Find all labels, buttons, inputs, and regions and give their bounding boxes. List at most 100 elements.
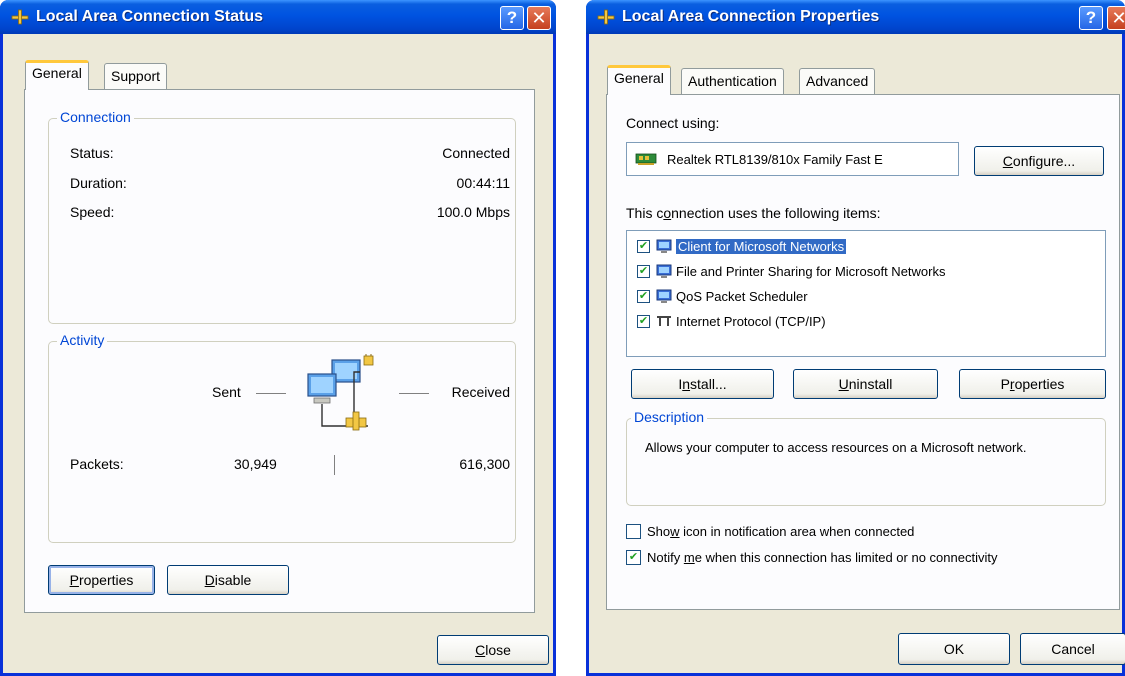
packets-sent-value: 30,949 [234, 456, 277, 472]
general-panel: Connection Status: Connected Duration: 0… [24, 89, 535, 613]
close-accel: C [475, 642, 486, 658]
properties-pre: P [1000, 376, 1010, 392]
install-accel: n [682, 376, 691, 392]
tab-advanced-label: Advanced [806, 73, 869, 89]
status-window-title: Local Area Connection Status [36, 8, 263, 25]
uninstall-button[interactable]: Uninstall [793, 369, 938, 399]
items-label-post: nnection uses the following items: [671, 205, 881, 221]
close-window-button[interactable]: ✕ [1107, 6, 1125, 30]
speed-value: 100.0 Mbps [436, 204, 510, 220]
notify-label-pre: Notify [647, 550, 684, 565]
checkbox[interactable]: ✔ [626, 550, 641, 565]
notify-option[interactable]: ✔ Notify me when this connection has lim… [626, 550, 997, 565]
status-label: Status: [70, 145, 114, 161]
components-list[interactable]: ✔ Client for Microsoft Networks ✔ File a… [626, 230, 1106, 357]
activity-group: Activity Sent Received Packets: 30,949 6… [48, 332, 516, 543]
sent-label: Sent [212, 384, 241, 400]
properties-window-titlebar[interactable]: Local Area Connection Properties ? ✕ [586, 0, 1125, 34]
install-button[interactable]: In stall... [631, 369, 774, 399]
cancel-button[interactable]: Cancel [1020, 633, 1125, 665]
list-item-label: Client for Microsoft Networks [676, 238, 847, 254]
sent-line [256, 393, 286, 394]
packets-divider [334, 455, 335, 475]
items-label-accel: o [663, 205, 672, 221]
properties-label: roperties [78, 572, 134, 588]
adapter-name: Realtek RTL8139/810x Family Fast E [667, 151, 883, 167]
list-item-label: Internet Protocol (TCP/IP) [676, 313, 826, 329]
checkbox[interactable]: ✔ [637, 264, 650, 278]
properties-post: operties [1014, 376, 1065, 392]
list-item-qos-packet-scheduler[interactable]: ✔ QoS Packet Scheduler [637, 285, 808, 307]
connect-using-label: Connect using: [626, 115, 720, 131]
list-item-client-for-microsoft-networks[interactable]: ✔ Client for Microsoft Networks [637, 235, 847, 257]
properties-window-title: Local Area Connection Properties [622, 8, 880, 25]
connection-group: Connection Status: Connected Duration: 0… [48, 109, 516, 324]
tab-authentication-label: Authentication [688, 73, 777, 89]
close-button[interactable]: Close [437, 635, 549, 665]
packets-received-value: 616,300 [459, 456, 510, 472]
activity-legend: Activity [57, 332, 108, 348]
speed-label: Speed: [70, 204, 115, 220]
properties-window: Local Area Connection Properties ? ✕ Gen… [586, 0, 1125, 676]
ok-button[interactable]: OK [898, 633, 1010, 665]
items-label: This connection uses the following items… [626, 205, 880, 221]
received-label: Received [451, 384, 510, 400]
network-client-icon [656, 239, 672, 253]
status-window: Local Area Connection Status ? ✕ General… [0, 0, 556, 676]
checkbox[interactable] [626, 524, 641, 539]
show-icon-label-pre: Sho [647, 524, 671, 539]
notify-label-post: e when this connection has limited or no… [694, 550, 998, 565]
disable-button[interactable]: Disable [167, 565, 289, 595]
help-button[interactable]: ? [1079, 6, 1103, 30]
status-value: Connected [442, 145, 510, 161]
list-item-label: File and Printer Sharing for Microsoft N… [676, 263, 946, 279]
tab-general-label: General [32, 65, 82, 81]
close-window-button[interactable]: ✕ [527, 6, 551, 30]
checkbox[interactable]: ✔ [637, 314, 650, 328]
description-text: Allows your computer to access resources… [645, 440, 1027, 455]
show-icon-label-post: icon in notification area when connected [679, 524, 915, 539]
duration-value: 00:44:11 [456, 175, 510, 191]
properties-button[interactable]: Properties [48, 565, 155, 595]
description-legend: Description [631, 409, 708, 425]
tab-support-label: Support [111, 68, 161, 84]
tab-general[interactable]: General [25, 60, 89, 90]
tab-support[interactable]: Support [104, 63, 168, 90]
general-panel: Connect using: Realtek RTL8139/810x Fami… [606, 94, 1120, 610]
network-adapter-icon [635, 153, 657, 165]
configure-label: onfigure... [1012, 153, 1076, 169]
show-icon-label-accel: w [670, 524, 680, 539]
close-label: lose [485, 642, 511, 658]
show-icon-label: Show icon in notification area when conn… [647, 524, 914, 539]
notify-label: Notify me when this connection has limit… [647, 550, 997, 565]
received-line [399, 393, 429, 394]
checkbox[interactable]: ✔ [637, 239, 650, 253]
notify-label-accel: m [683, 550, 695, 565]
uninstall-label: ninstall [848, 376, 893, 392]
disable-label: isable [214, 572, 252, 588]
adapter-field: Realtek RTL8139/810x Family Fast E [626, 142, 959, 176]
network-connection-icon [597, 9, 615, 25]
description-group: Description Allows your computer to acce… [626, 409, 1106, 506]
item-properties-button[interactable]: Pr operties [959, 369, 1106, 399]
network-service-icon [656, 264, 672, 278]
list-item-label: QoS Packet Scheduler [676, 288, 808, 304]
tab-general[interactable]: General [607, 65, 671, 95]
tab-advanced[interactable]: Advanced [799, 68, 876, 95]
list-item-internet-protocol[interactable]: ✔ Internet Protocol (TCP/IP) [637, 310, 826, 332]
connection-legend: Connection [57, 109, 134, 125]
show-icon-option[interactable]: Show icon in notification area when conn… [626, 524, 914, 539]
configure-button[interactable]: Configure... [974, 146, 1104, 176]
tab-general-label: General [614, 70, 664, 86]
disable-accel: D [204, 572, 215, 588]
network-activity-icon [307, 354, 374, 431]
list-item-file-and-printer-sharing[interactable]: ✔ File and Printer Sharing for Microsoft… [637, 260, 945, 282]
tab-authentication[interactable]: Authentication [681, 68, 784, 95]
items-label-pre: This c [626, 205, 664, 221]
help-button[interactable]: ? [500, 6, 524, 30]
status-window-titlebar[interactable]: Local Area Connection Status ? ✕ [0, 0, 556, 34]
uninstall-accel: U [838, 376, 849, 392]
properties-accel: P [69, 572, 79, 588]
network-connection-icon [11, 9, 29, 25]
checkbox[interactable]: ✔ [637, 289, 650, 303]
